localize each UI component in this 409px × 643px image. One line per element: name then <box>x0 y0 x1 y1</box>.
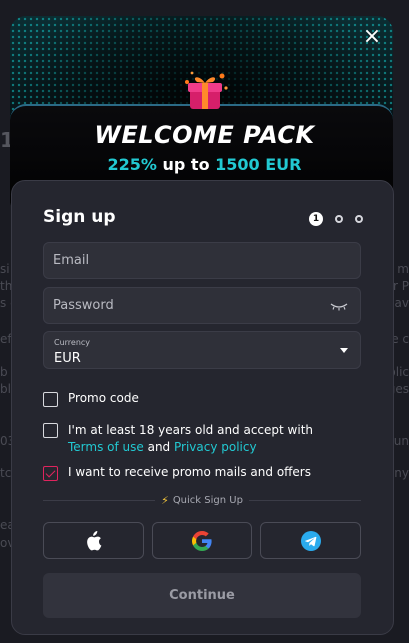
apple-signup-button[interactable] <box>43 522 144 559</box>
currency-value: EUR <box>54 351 81 366</box>
quick-signup-divider: ⚡ Quick Sign Up <box>43 494 362 507</box>
bonus-percent: 225% <box>107 155 157 174</box>
bonus-amount: 1500 EUR <box>215 155 302 174</box>
bonus-middle: up to <box>156 155 216 174</box>
quick-signup-heading: ⚡ Quick Sign Up <box>161 494 243 507</box>
divider-line <box>43 500 156 501</box>
currency-select[interactable]: Currency EUR <box>43 331 361 369</box>
telegram-icon <box>300 530 321 551</box>
background-text: si <box>0 262 10 276</box>
privacy-link[interactable]: Privacy policy <box>174 440 257 454</box>
email-field[interactable] <box>44 243 360 278</box>
background-text: ef <box>0 332 12 346</box>
eye-closed-icon[interactable] <box>330 301 348 311</box>
google-icon <box>192 530 212 551</box>
close-button[interactable]: × <box>361 26 383 48</box>
telegram-signup-button[interactable] <box>260 522 362 559</box>
promo-code-row[interactable]: Promo code <box>43 391 139 407</box>
promo-title: WELCOME PACK <box>94 121 315 149</box>
gift-icon <box>185 71 228 109</box>
terms-text: I'm at least 18 years old and accept wit… <box>68 422 343 456</box>
background-text: r P <box>393 279 409 293</box>
step-3-dot <box>355 215 363 223</box>
promo-code-label: Promo code <box>68 391 139 405</box>
background-text: un <box>393 434 409 448</box>
background-text: av <box>394 296 409 310</box>
currency-label: Currency <box>54 338 91 347</box>
step-1-active: 1 <box>309 212 323 226</box>
password-field[interactable] <box>44 288 360 323</box>
social-signup-row <box>43 522 362 559</box>
terms-prefix: I'm at least 18 years old and accept wit… <box>68 423 314 437</box>
step-2-dot <box>335 215 343 223</box>
promo-bonus: 225% up to 1500 EUR <box>0 155 409 174</box>
background-text: b <box>0 365 8 379</box>
terms-checkbox[interactable] <box>43 423 58 438</box>
promo-mails-checkbox[interactable] <box>43 466 58 481</box>
close-icon: × <box>362 24 382 49</box>
chevron-down-icon <box>340 348 348 353</box>
divider-line <box>248 500 362 501</box>
quick-signup-label: Quick Sign Up <box>172 495 243 506</box>
terms-and: and <box>143 440 174 454</box>
apple-icon <box>87 530 102 550</box>
signup-title: Sign up <box>43 207 116 227</box>
promo-mails-label: I want to receive promo mails and offers <box>68 465 311 479</box>
signup-card: Sign up 1 Currency EUR Promo code I'm at… <box>11 180 394 635</box>
promo-code-checkbox[interactable] <box>43 392 58 407</box>
lightning-icon: ⚡ <box>161 494 169 507</box>
promo-mails-row[interactable]: I want to receive promo mails and offers <box>43 465 311 481</box>
background-text: bl <box>0 382 11 396</box>
terms-row[interactable]: I'm at least 18 years old and accept wit… <box>43 422 343 456</box>
background-text: tc <box>0 466 12 480</box>
continue-button[interactable]: Continue <box>43 573 361 618</box>
step-indicator: 1 <box>309 212 363 226</box>
email-field-wrapper <box>43 242 361 279</box>
google-signup-button[interactable] <box>151 522 253 559</box>
password-field-wrapper <box>43 287 361 324</box>
terms-link[interactable]: Terms of use <box>68 440 144 454</box>
